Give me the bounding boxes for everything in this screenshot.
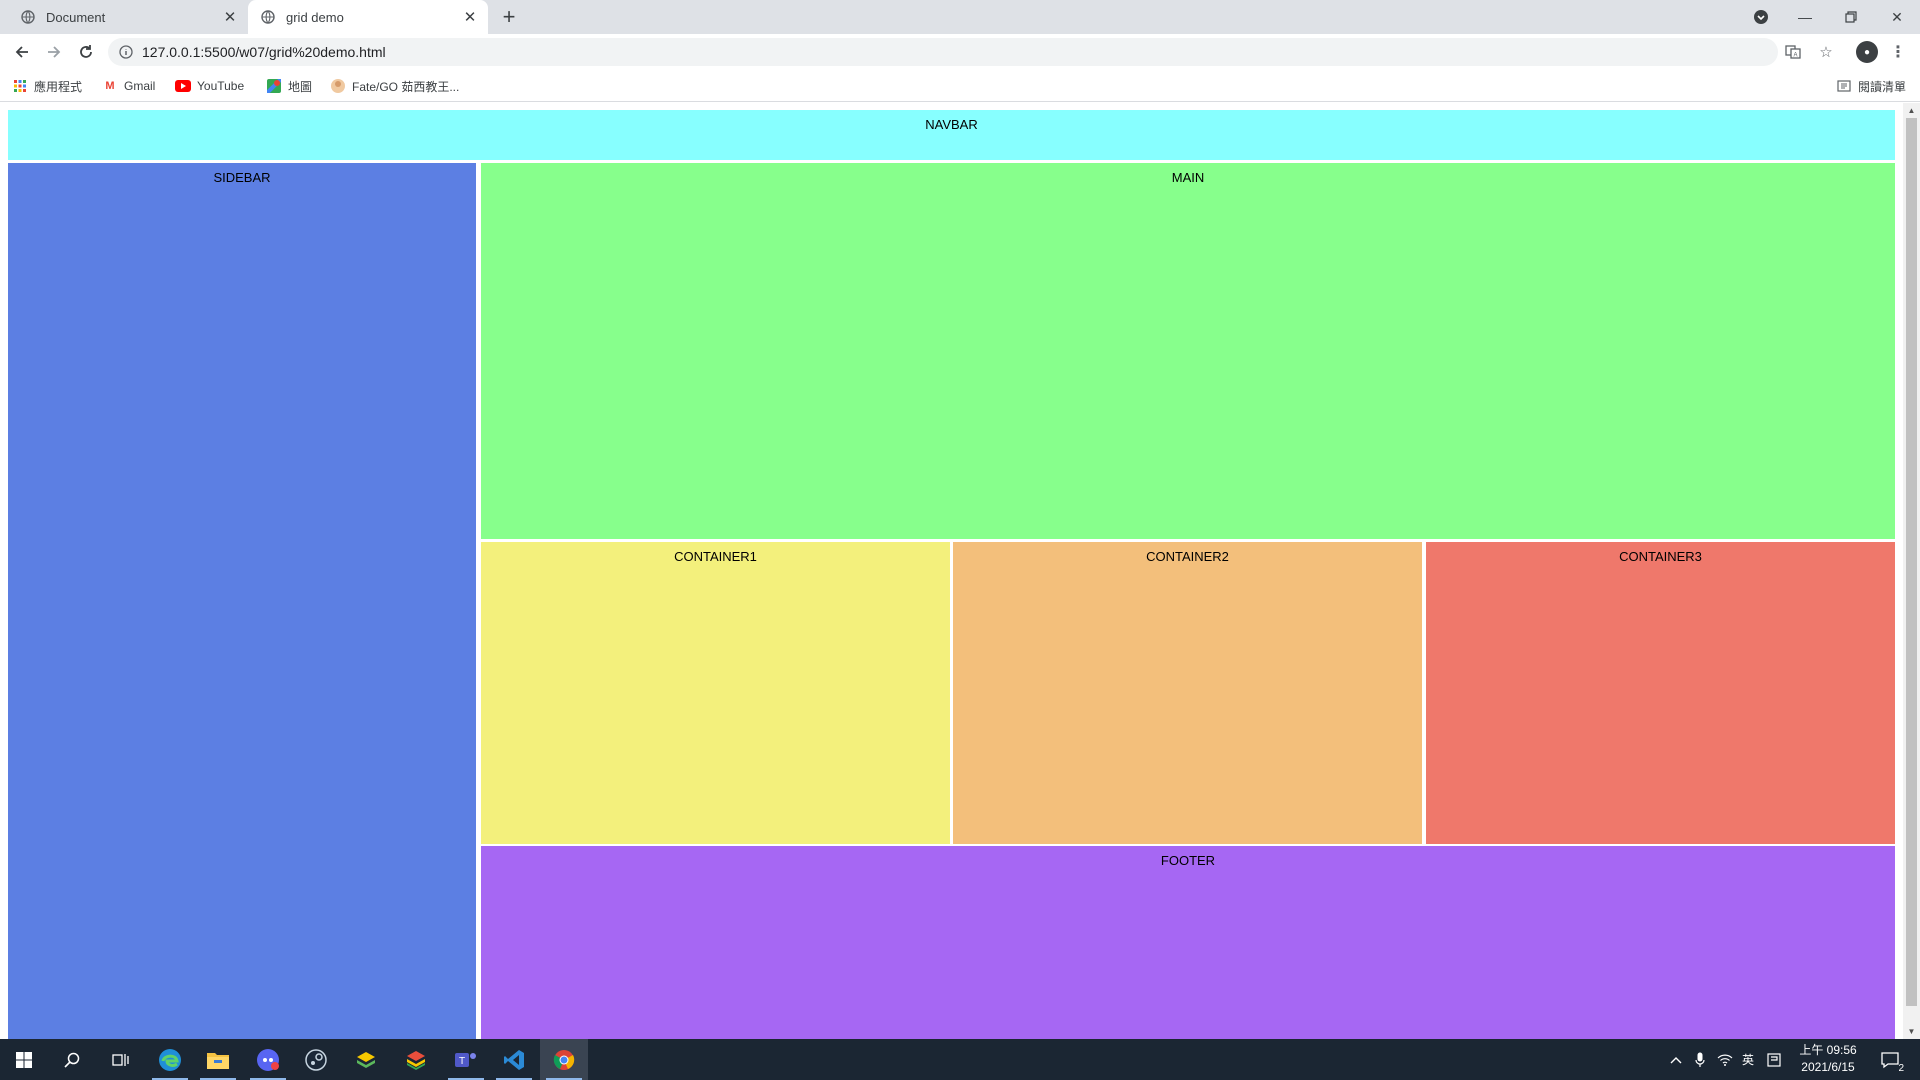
search-icon[interactable] xyxy=(48,1039,96,1080)
close-window-button[interactable]: ✕ xyxy=(1874,0,1920,34)
container2-label: CONTAINER2 xyxy=(1146,549,1229,564)
bookmark-label: Fate/GO 茹西教王... xyxy=(352,79,460,94)
svg-text:A: A xyxy=(1793,53,1797,59)
footer: FOOTER xyxy=(481,846,1895,1039)
notification-icon xyxy=(1881,1051,1899,1068)
wifi-icon[interactable] xyxy=(1714,1039,1736,1080)
bookmark-label: 地圖 xyxy=(288,79,313,94)
tab-grid-demo[interactable]: grid demo ✕ xyxy=(248,0,488,34)
bookmark-label: Gmail xyxy=(124,79,156,93)
bookmarks-bar: 應用程式 M Gmail YouTube 地圖 Fate/GO 茹西教王... … xyxy=(0,70,1920,102)
tray-overflow-icon[interactable] xyxy=(1666,1039,1686,1080)
bookmark-label: 應用程式 xyxy=(34,79,83,94)
clock-time: 上午 09:56 xyxy=(1799,1043,1857,1057)
restore-button[interactable] xyxy=(1828,0,1874,34)
footer-label: FOOTER xyxy=(1160,853,1216,868)
main-label: MAIN xyxy=(1171,170,1205,185)
ime-mode-icon[interactable] xyxy=(1762,1039,1786,1080)
back-button[interactable] xyxy=(8,38,36,66)
navbar: NAVBAR xyxy=(8,110,1895,160)
bluestacks-x-icon[interactable] xyxy=(392,1039,440,1080)
youtube-icon xyxy=(175,78,191,94)
clock[interactable]: 上午 09:56 2021/6/15 xyxy=(1792,1042,1864,1076)
browser-toolbar: 127.0.0.1:5500/w07/grid%20demo.html A ☆ … xyxy=(0,34,1920,70)
notification-center-button[interactable]: 2 xyxy=(1872,1039,1908,1080)
container1-label: CONTAINER1 xyxy=(674,549,757,564)
bookmark-gmail[interactable]: M Gmail xyxy=(102,77,155,95)
steam-icon[interactable] xyxy=(292,1039,340,1080)
menu-icon[interactable]: ⋮ xyxy=(1888,41,1908,63)
windows-start-icon[interactable] xyxy=(0,1039,48,1080)
teams-icon[interactable]: T xyxy=(442,1039,490,1080)
microphone-icon[interactable] xyxy=(1690,1039,1710,1080)
close-icon[interactable]: ✕ xyxy=(460,7,480,27)
bookmark-youtube[interactable]: YouTube xyxy=(175,77,244,95)
scrollbar-thumb[interactable] xyxy=(1906,118,1917,1006)
url-text: 127.0.0.1:5500/w07/grid%20demo.html xyxy=(142,44,386,60)
close-icon[interactable]: ✕ xyxy=(220,7,240,27)
sidebar-label: SIDEBAR xyxy=(213,170,271,185)
new-tab-button[interactable]: + xyxy=(497,4,521,29)
bookmark-apps[interactable]: 應用程式 xyxy=(12,77,82,95)
bookmark-label: YouTube xyxy=(197,79,245,93)
reload-icon xyxy=(80,45,92,58)
forward-button[interactable] xyxy=(40,38,68,66)
bookmark-maps[interactable]: 地圖 xyxy=(266,77,312,95)
bookmark-fgo[interactable]: Fate/GO 茹西教王... xyxy=(330,77,459,95)
maps-icon xyxy=(266,78,282,94)
globe-icon xyxy=(260,9,276,25)
fgo-icon xyxy=(330,78,346,94)
notification-count: 2 xyxy=(1898,1063,1904,1074)
windows-taskbar: T 英 上午 09:56 2021/6/15 2 xyxy=(0,1039,1920,1080)
apps-grid-icon xyxy=(12,78,28,94)
container2: CONTAINER2 xyxy=(953,542,1422,844)
avatar[interactable]: ● xyxy=(1856,41,1878,63)
arrow-right-icon xyxy=(48,46,61,58)
file-explorer-icon[interactable] xyxy=(194,1039,242,1080)
ime-indicator[interactable]: 英 xyxy=(1738,1039,1758,1080)
navbar-label: NAVBAR xyxy=(925,117,978,132)
translate-icon[interactable]: A xyxy=(1783,42,1803,62)
reading-list-label: 閱讀清單 xyxy=(1858,79,1907,94)
page-viewport: NAVBAR SIDEBAR MAIN CONTAINER1 CONTAINER… xyxy=(0,103,1903,1039)
reading-list-button[interactable]: 閱讀清單 xyxy=(1836,77,1906,95)
chevron-down-icon xyxy=(1754,10,1768,24)
info-icon[interactable] xyxy=(118,44,134,60)
star-icon[interactable]: ☆ xyxy=(1816,42,1836,62)
discord-icon[interactable] xyxy=(244,1039,292,1080)
arrow-left-icon xyxy=(15,46,28,58)
container3-label: CONTAINER3 xyxy=(1619,549,1702,564)
clock-date: 2021/6/15 xyxy=(1801,1060,1855,1074)
bluestacks-icon[interactable] xyxy=(342,1039,390,1080)
scroll-down-arrow[interactable]: ▼ xyxy=(1903,1024,1920,1039)
restore-icon xyxy=(1845,11,1857,23)
gmail-icon: M xyxy=(105,80,115,92)
svg-text:T: T xyxy=(459,1056,465,1067)
tab-document[interactable]: Document ✕ xyxy=(8,0,248,34)
tab-strip: Document ✕ grid demo ✕ + — ✕ xyxy=(0,0,1920,34)
tab-title: grid demo xyxy=(286,9,344,25)
sidebar: SIDEBAR xyxy=(8,163,476,1039)
minimize-button[interactable]: — xyxy=(1782,0,1828,34)
chrome-icon[interactable] xyxy=(540,1039,588,1080)
edge-icon[interactable] xyxy=(146,1039,194,1080)
vscode-icon[interactable] xyxy=(490,1039,538,1080)
address-bar[interactable]: 127.0.0.1:5500/w07/grid%20demo.html xyxy=(108,38,1778,66)
tab-title: Document xyxy=(46,9,106,25)
task-view-icon[interactable] xyxy=(96,1039,144,1080)
container1: CONTAINER1 xyxy=(481,542,950,844)
reading-list-icon xyxy=(1836,78,1852,94)
main-area: MAIN xyxy=(481,163,1895,539)
ime-label: 英 xyxy=(1741,1053,1754,1067)
scroll-up-arrow[interactable]: ▲ xyxy=(1903,103,1920,118)
globe-icon xyxy=(20,9,36,25)
container3: CONTAINER3 xyxy=(1426,542,1895,844)
tab-search-button[interactable] xyxy=(1738,0,1784,34)
reload-button[interactable] xyxy=(72,38,100,66)
